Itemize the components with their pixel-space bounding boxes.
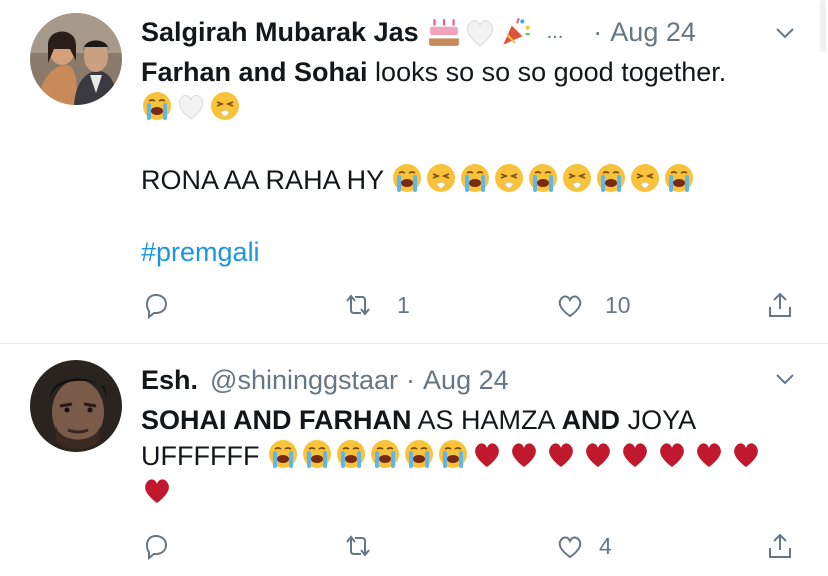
retweet-button[interactable] (343, 526, 393, 566)
red-heart-icon (141, 474, 173, 506)
loudly-crying-face-icon (141, 90, 173, 122)
reply-icon (145, 534, 168, 561)
loudly-crying-face-icon (391, 162, 423, 194)
tweet-text-span: AS HAMZA (411, 405, 562, 435)
retweet-button[interactable]: 1 (343, 285, 410, 325)
loudly-crying-face-icon (369, 438, 401, 470)
avatar[interactable] (30, 13, 122, 105)
red-heart-icon (471, 438, 503, 470)
loudly-crying-face-icon (335, 438, 367, 470)
tweet[interactable]: Esh. @shininggstaar · Aug 24 SOHAI AND F… (0, 344, 828, 576)
sneezing-face-icon (209, 90, 241, 122)
retweet-icon (346, 535, 370, 557)
sneezing-face-icon (629, 162, 661, 194)
white-heart-icon (463, 15, 497, 49)
reply-button[interactable] (141, 526, 191, 566)
loudly-crying-face-icon (403, 438, 435, 470)
white-heart-icon (175, 90, 207, 122)
reply-icon (145, 293, 168, 320)
share-button[interactable] (765, 285, 795, 325)
red-heart-icon (508, 438, 540, 470)
tweet-text-line-1: Farhan and Sohai looks so so so good tog… (141, 54, 726, 90)
retweet-count: 1 (397, 291, 410, 318)
share-icon (769, 292, 791, 317)
red-heart-icon (693, 438, 725, 470)
tweet-header: Esh. @shininggstaar · Aug 24 (141, 360, 509, 400)
red-heart-icon (545, 438, 577, 470)
avatar[interactable] (30, 360, 122, 452)
display-name[interactable]: Esh. (141, 365, 198, 396)
heart-outline-icon (558, 536, 582, 559)
tweet-text-line-3 (141, 474, 764, 510)
party-popper-icon (499, 15, 533, 49)
share-button[interactable] (765, 526, 795, 566)
loudly-crying-face-icon (267, 438, 299, 470)
tweet-text-bold: AND (561, 405, 621, 435)
like-button[interactable]: 10 (555, 285, 631, 325)
loudly-crying-face-icon (301, 438, 333, 470)
loudly-crying-face-icon (459, 162, 491, 194)
tweet[interactable]: Salgirah Mubarak Jas ... · Aug 24 Farhan… (0, 0, 828, 343)
display-name[interactable]: Salgirah Mubarak Jas (141, 17, 419, 48)
name-truncation-ellipsis: ... (546, 20, 564, 43)
red-heart-icon (582, 438, 614, 470)
separator-dot: · (406, 364, 416, 395)
tweet-text-line-3: RONA AA RAHA HY (141, 162, 697, 198)
tweet-text-bold: SOHAI AND FARHAN (141, 405, 412, 435)
loudly-crying-face-icon (527, 162, 559, 194)
tweet-text-line-1: SOHAI AND FARHAN AS HAMZA AND JOYA (141, 402, 764, 438)
tweet-text-span: JOYA (620, 405, 697, 435)
tweet-text-line-4: #premgali (141, 234, 260, 270)
birthday-cake-icon (427, 15, 461, 49)
like-count: 4 (599, 532, 612, 559)
tweet-text-span: looks so so so good together. (367, 57, 727, 87)
tweet-text-line-2 (141, 90, 726, 126)
sneezing-face-icon (493, 162, 525, 194)
tweet-text: SOHAI AND FARHAN AS HAMZA AND JOYA UFFFF… (141, 402, 764, 510)
chevron-down-icon[interactable] (774, 22, 796, 44)
red-heart-icon (730, 438, 762, 470)
tweet-header: Salgirah Mubarak Jas ... · Aug 24 (141, 12, 696, 52)
like-button[interactable]: 4 (555, 526, 612, 566)
chevron-down-icon[interactable] (774, 368, 796, 390)
user-handle[interactable]: @shininggstaar (210, 365, 398, 396)
tweet-date[interactable]: Aug 24 (423, 365, 509, 396)
tweet-actions: 4 (141, 526, 801, 566)
tweet-text-span: RONA AA RAHA HY (141, 165, 392, 195)
tweet-actions: 1 10 (141, 285, 801, 325)
like-count: 10 (605, 291, 631, 318)
red-heart-icon (656, 438, 688, 470)
loudly-crying-face-icon (663, 162, 695, 194)
share-icon (769, 533, 791, 558)
hashtag-link[interactable]: #premgali (141, 237, 260, 267)
loudly-crying-face-icon (437, 438, 469, 470)
separator-dot: · (593, 16, 603, 47)
tweet-text: Farhan and Sohai looks so so so good tog… (141, 54, 726, 126)
tweet-text-bold: Farhan and Sohai (141, 57, 368, 87)
tweet-text-line-2: UFFFFFF (141, 438, 764, 474)
sneezing-face-icon (425, 162, 457, 194)
red-heart-icon (619, 438, 651, 470)
tweet-text-span: UFFFFFF (141, 441, 267, 471)
reply-button[interactable] (141, 285, 191, 325)
retweet-icon (346, 294, 370, 316)
sneezing-face-icon (561, 162, 593, 194)
heart-outline-icon (558, 295, 582, 318)
tweet-date[interactable]: Aug 24 (610, 17, 696, 48)
loudly-crying-face-icon (595, 162, 627, 194)
